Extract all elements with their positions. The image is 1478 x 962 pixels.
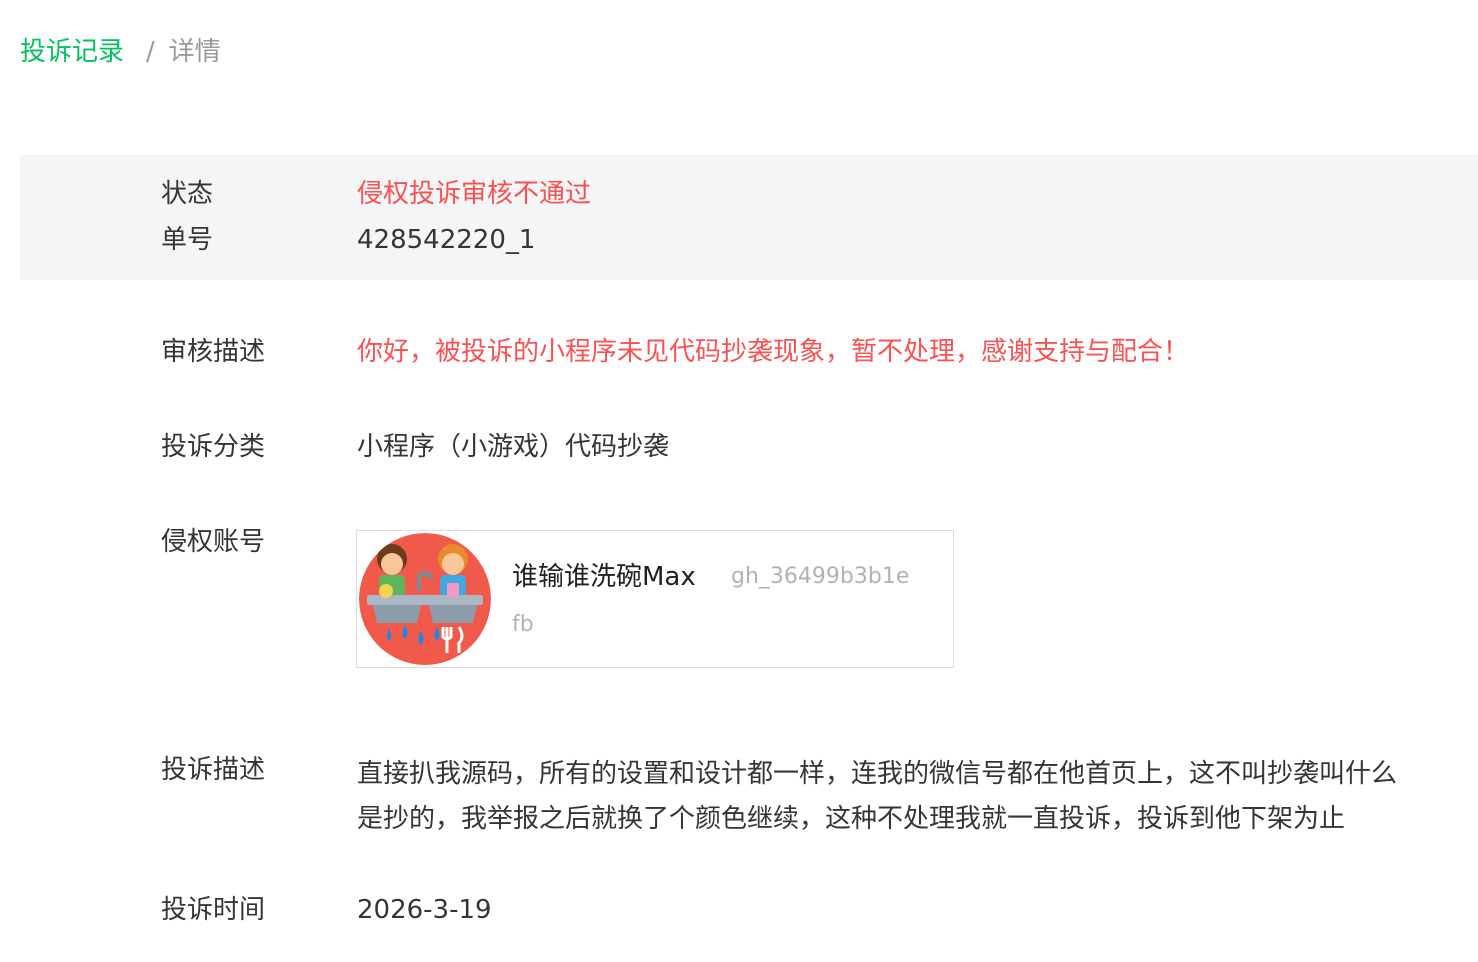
breadcrumb-current: 详情 bbox=[168, 37, 221, 67]
dishwashing-kids-avatar-icon bbox=[359, 533, 491, 665]
order-number-value: 428542220_1 bbox=[357, 225, 536, 255]
complaint-time-label: 投诉时间 bbox=[161, 895, 266, 925]
breadcrumb-complaint-records-link[interactable]: 投诉记录 bbox=[20, 37, 124, 67]
complaint-time-value: 2026-3-19 bbox=[357, 895, 492, 925]
summary-panel: 状态 侵权投诉审核不通过 单号 428542220_1 bbox=[20, 155, 1478, 280]
review-description-label: 审核描述 bbox=[161, 337, 266, 367]
status-value: 侵权投诉审核不通过 bbox=[357, 179, 592, 209]
breadcrumb-separator: / bbox=[146, 37, 155, 67]
status-label: 状态 bbox=[161, 179, 214, 209]
account-name: 谁输谁洗碗Max bbox=[512, 562, 696, 592]
complaint-description-label: 投诉描述 bbox=[161, 755, 266, 785]
breadcrumb: 投诉记录 / 详情 bbox=[20, 34, 221, 70]
review-description-value: 你好，被投诉的小程序未见代码抄袭现象，暂不处理，感谢支持与配合！ bbox=[357, 337, 1190, 367]
complaint-description-line-2: 是抄的，我举报之后就换了个颜色继续，这种不处理我就一直投诉，投诉到他下架为止 bbox=[357, 804, 1346, 834]
account-id-line1: gh_36499b3b1e bbox=[731, 564, 910, 589]
infringing-account-card[interactable]: 谁输谁洗碗Max gh_36499b3b1e fb bbox=[356, 530, 954, 668]
complaint-category-label: 投诉分类 bbox=[161, 432, 266, 462]
complaint-category-value: 小程序（小游戏）代码抄袭 bbox=[357, 432, 670, 462]
account-id-line2: fb bbox=[512, 612, 534, 637]
infringing-account-label: 侵权账号 bbox=[161, 527, 266, 557]
order-number-label: 单号 bbox=[161, 225, 214, 255]
complaint-description-value: 直接扒我源码，所有的设置和设计都一样，连我的微信号都在他首页上，这不叫抄袭叫什么… bbox=[357, 752, 1478, 842]
complaint-description-line-1: 直接扒我源码，所有的设置和设计都一样，连我的微信号都在他首页上，这不叫抄袭叫什么 bbox=[357, 759, 1398, 789]
